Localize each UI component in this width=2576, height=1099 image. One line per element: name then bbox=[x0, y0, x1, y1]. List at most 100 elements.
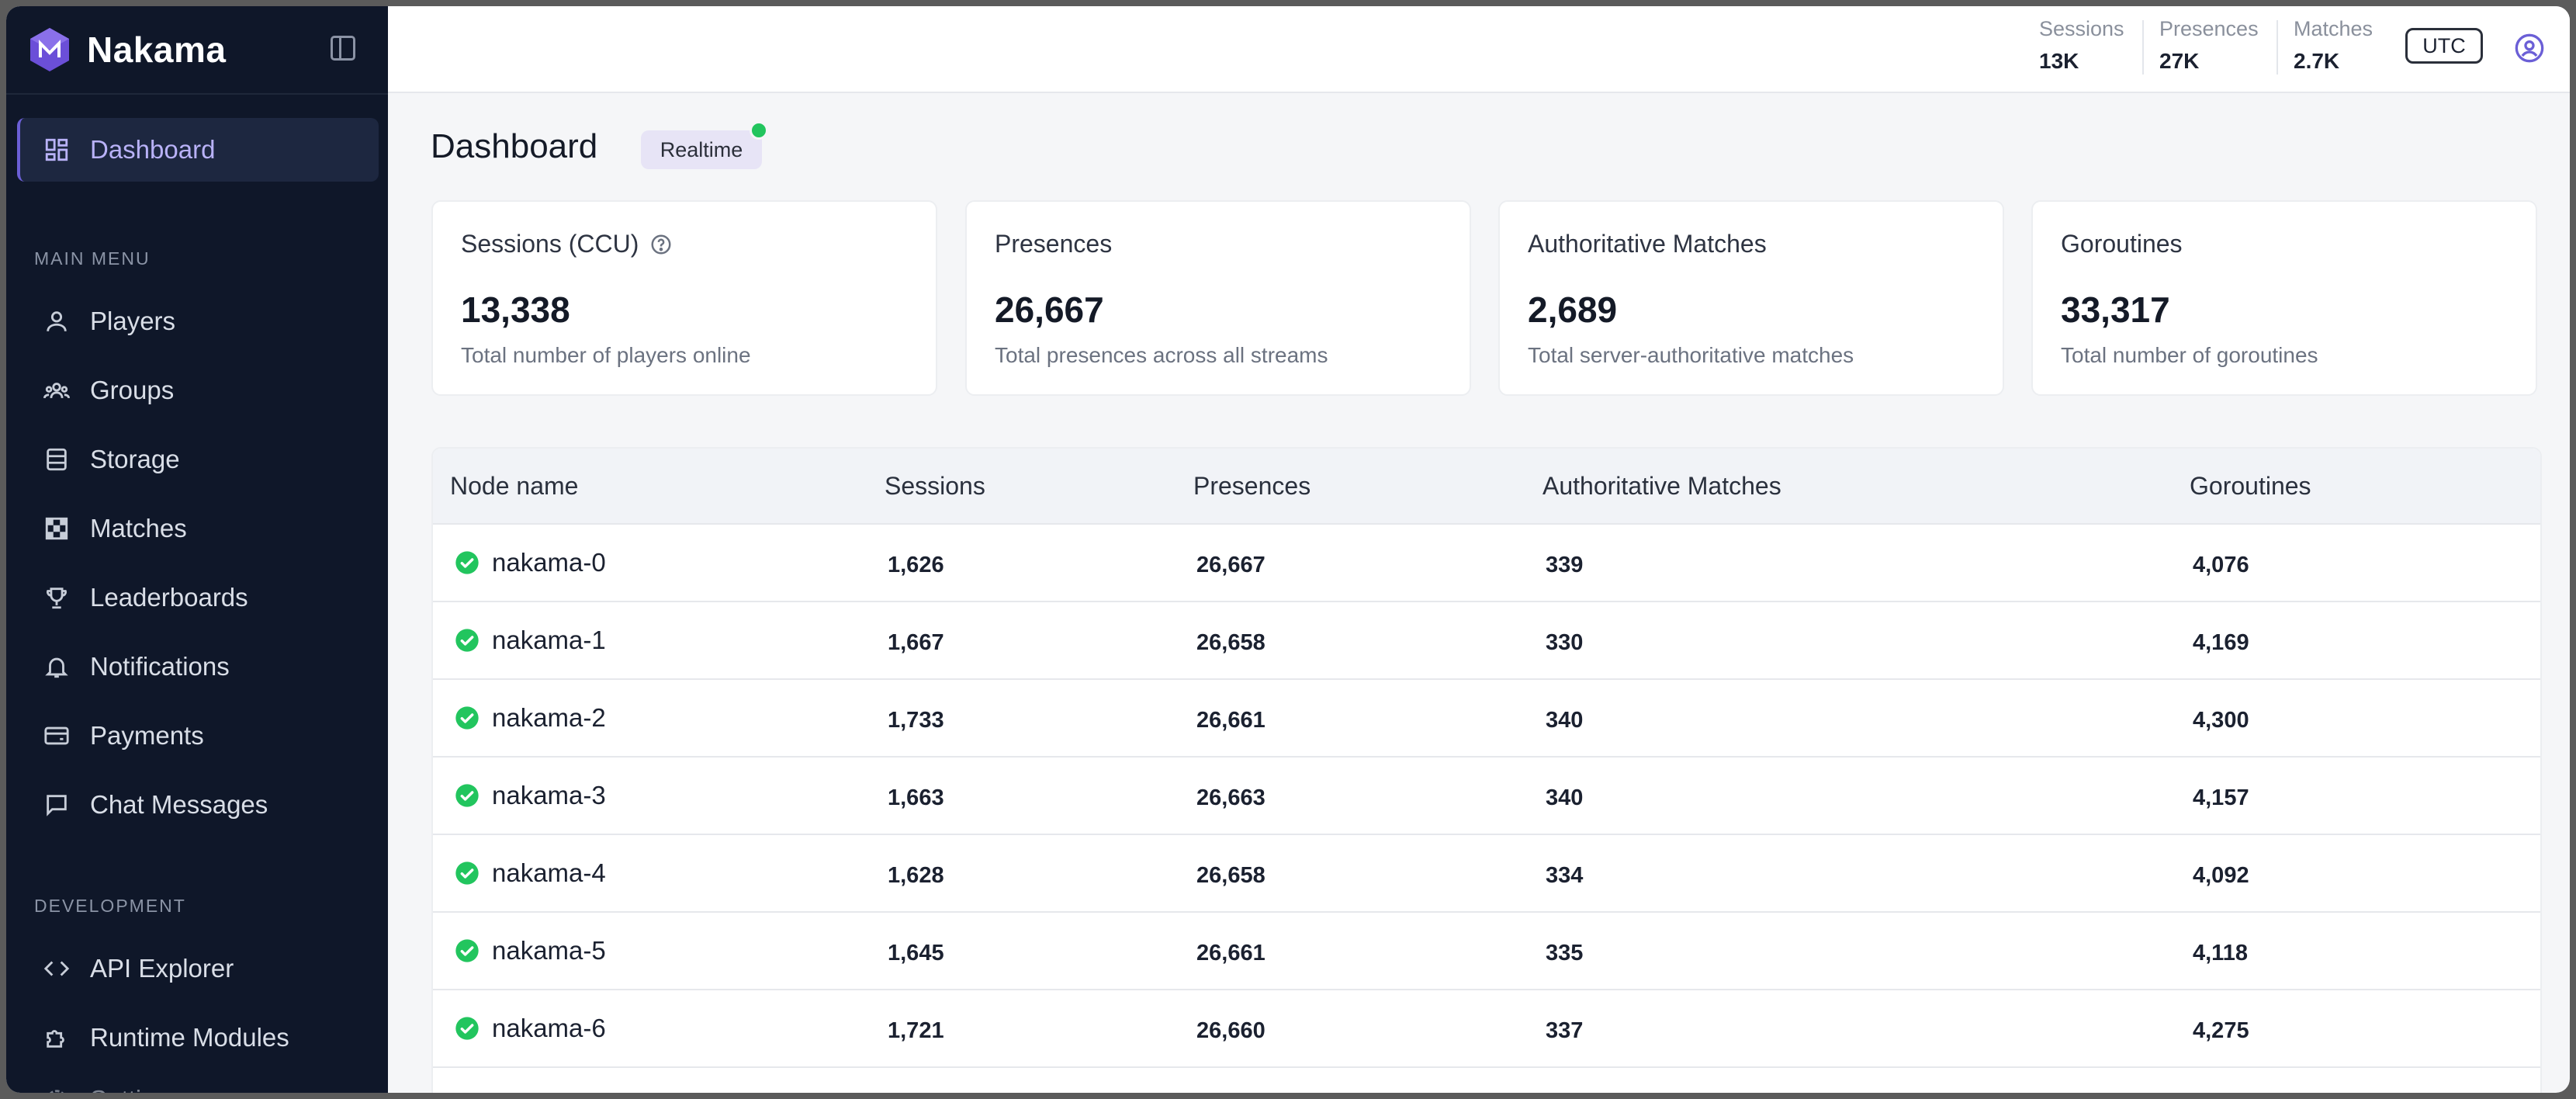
nakama-logo-icon bbox=[30, 28, 69, 71]
card-value: 26,667 bbox=[995, 289, 1104, 330]
goroutines-cell: 4,076 bbox=[2193, 553, 2249, 577]
sidebar-item-notifications[interactable]: Notifications bbox=[17, 635, 379, 699]
sidebar-item-dashboard[interactable]: Dashboard bbox=[17, 118, 379, 182]
check-circle-icon bbox=[455, 551, 479, 574]
card-authoritative-matches: Authoritative Matches 2,689 Total server… bbox=[1498, 200, 2004, 396]
database-icon bbox=[43, 446, 70, 473]
live-status-dot bbox=[750, 121, 768, 140]
account-icon[interactable] bbox=[2514, 33, 2545, 64]
node-name: nakama-1 bbox=[492, 626, 606, 654]
card-description: Total number of players online bbox=[461, 343, 751, 367]
sidebar-item-label: Payments bbox=[90, 721, 204, 750]
card-presences: Presences 26,667 Total presences across … bbox=[965, 200, 1471, 396]
check-circle-icon bbox=[455, 1017, 479, 1040]
sidebar-item-players[interactable]: Players bbox=[17, 289, 379, 353]
column-header-goroutines[interactable]: Goroutines bbox=[2190, 472, 2311, 501]
page-title: Dashboard bbox=[431, 127, 598, 165]
node-name: nakama-0 bbox=[492, 548, 606, 577]
node-name-cell: nakama-0 bbox=[455, 548, 606, 577]
matches-cell: 340 bbox=[1546, 785, 1584, 810]
presences-cell: 26,660 bbox=[1196, 1018, 1265, 1043]
sidebar-item-groups[interactable]: Groups bbox=[17, 359, 379, 422]
bell-icon bbox=[43, 654, 70, 680]
node-name: nakama-5 bbox=[492, 936, 606, 965]
stat-separator bbox=[2142, 20, 2144, 75]
card-description: Total server-authoritative matches bbox=[1528, 343, 1854, 367]
stat-label: Presences bbox=[2159, 17, 2259, 40]
node-name-cell: nakama-3 bbox=[455, 781, 606, 810]
app-window: Nakama Dashboard MAIN MENU Players Group… bbox=[6, 6, 2570, 1093]
section-development: DEVELOPMENT bbox=[34, 896, 186, 916]
sidebar-item-label: Notifications bbox=[90, 652, 230, 681]
stat-label: Matches bbox=[2294, 17, 2373, 40]
topbar-stat-matches: Matches 2.7K bbox=[2294, 17, 2373, 79]
stat-value: 27K bbox=[2159, 49, 2200, 73]
column-header-presences[interactable]: Presences bbox=[1193, 472, 1311, 501]
realtime-badge: Realtime bbox=[641, 130, 762, 169]
presences-cell: 26,667 bbox=[1196, 553, 1265, 577]
stat-value: 13K bbox=[2039, 49, 2079, 73]
help-icon[interactable] bbox=[649, 233, 673, 256]
table-row[interactable]: nakama-71,65526,6603344,130 bbox=[433, 1066, 2540, 1093]
table-row[interactable]: nakama-0 1,626 26,667 339 4,076 bbox=[433, 523, 2540, 602]
presences-cell: 26,658 bbox=[1196, 630, 1265, 655]
card-title: Presences bbox=[995, 230, 1113, 258]
node-name: nakama-2 bbox=[492, 703, 606, 732]
sidebar-item-label: Chat Messages bbox=[90, 790, 268, 819]
matches-cell: 337 bbox=[1546, 1018, 1584, 1043]
sessions-cell: 1,645 bbox=[888, 941, 944, 966]
sidebar-item-label: Settings bbox=[90, 1085, 182, 1093]
table-header: Node name Sessions Presences Authoritati… bbox=[433, 449, 2540, 523]
sidebar-item-storage[interactable]: Storage bbox=[17, 428, 379, 491]
sessions-cell: 1,626 bbox=[888, 553, 944, 577]
column-header-authoritative-matches[interactable]: Authoritative Matches bbox=[1542, 472, 1781, 501]
card-sessions: Sessions (CCU) 13,338 Total number of pl… bbox=[431, 200, 937, 396]
sidebar-item-payments[interactable]: Payments bbox=[17, 704, 379, 768]
table-row[interactable]: nakama-1 1,667 26,658 330 4,169 bbox=[433, 601, 2540, 680]
check-circle-icon bbox=[455, 706, 479, 730]
goroutines-cell: 4,092 bbox=[2193, 863, 2249, 888]
sidebar-item-settings[interactable]: Settings bbox=[17, 1068, 379, 1093]
sidebar-item-api-explorer[interactable]: API Explorer bbox=[17, 937, 379, 1000]
goroutines-cell: 4,275 bbox=[2193, 1018, 2249, 1043]
check-circle-icon bbox=[455, 939, 479, 962]
card-title: Goroutines bbox=[2061, 230, 2183, 258]
sidebar-collapse-icon[interactable] bbox=[331, 36, 355, 61]
table-row[interactable]: nakama-3 1,663 26,663 340 4,157 bbox=[433, 756, 2540, 835]
check-circle-icon bbox=[455, 629, 479, 652]
table-row[interactable]: nakama-2 1,733 26,661 340 4,300 bbox=[433, 678, 2540, 758]
check-circle-icon bbox=[455, 862, 479, 885]
table-row[interactable]: nakama-5 1,645 26,661 335 4,118 bbox=[433, 911, 2540, 990]
timezone-button[interactable]: UTC bbox=[2405, 28, 2483, 64]
column-header-node-name[interactable]: Node name bbox=[450, 472, 578, 501]
topbar-stat-presences: Presences 27K bbox=[2159, 17, 2259, 79]
sidebar-item-leaderboards[interactable]: Leaderboards bbox=[17, 566, 379, 629]
brand[interactable]: Nakama bbox=[26, 23, 226, 76]
stat-separator bbox=[2277, 20, 2278, 75]
table-row[interactable]: nakama-6 1,721 26,660 337 4,275 bbox=[433, 989, 2540, 1068]
goroutines-cell: 4,157 bbox=[2193, 785, 2249, 810]
table-row[interactable]: nakama-4 1,628 26,658 334 4,092 bbox=[433, 834, 2540, 913]
node-name-cell: nakama-1 bbox=[455, 626, 606, 655]
sidebar-item-matches[interactable]: Matches bbox=[17, 497, 379, 560]
sessions-cell: 1,663 bbox=[888, 785, 944, 810]
nodes-table: Node name Sessions Presences Authoritati… bbox=[431, 447, 2542, 1093]
puzzle-icon bbox=[43, 1024, 70, 1051]
sidebar-item-label: API Explorer bbox=[90, 954, 234, 983]
sidebar-divider bbox=[6, 93, 388, 95]
sidebar-item-chat-messages[interactable]: Chat Messages bbox=[17, 773, 379, 837]
stat-label: Sessions bbox=[2039, 17, 2124, 40]
trophy-icon bbox=[43, 584, 70, 611]
presences-cell: 26,661 bbox=[1196, 708, 1265, 733]
column-header-sessions[interactable]: Sessions bbox=[885, 472, 985, 501]
node-name-cell: nakama-5 bbox=[455, 936, 606, 966]
sidebar-item-runtime-modules[interactable]: Runtime Modules bbox=[17, 1006, 379, 1070]
chat-icon bbox=[43, 792, 70, 818]
goroutines-cell: 4,169 bbox=[2193, 630, 2249, 655]
sessions-cell: 1,628 bbox=[888, 863, 944, 888]
goroutines-cell: 4,118 bbox=[2193, 941, 2248, 966]
group-icon bbox=[43, 377, 70, 404]
stat-value: 2.7K bbox=[2294, 49, 2340, 73]
card-description: Total presences across all streams bbox=[995, 343, 1328, 367]
sidebar-item-label: Matches bbox=[90, 514, 187, 543]
